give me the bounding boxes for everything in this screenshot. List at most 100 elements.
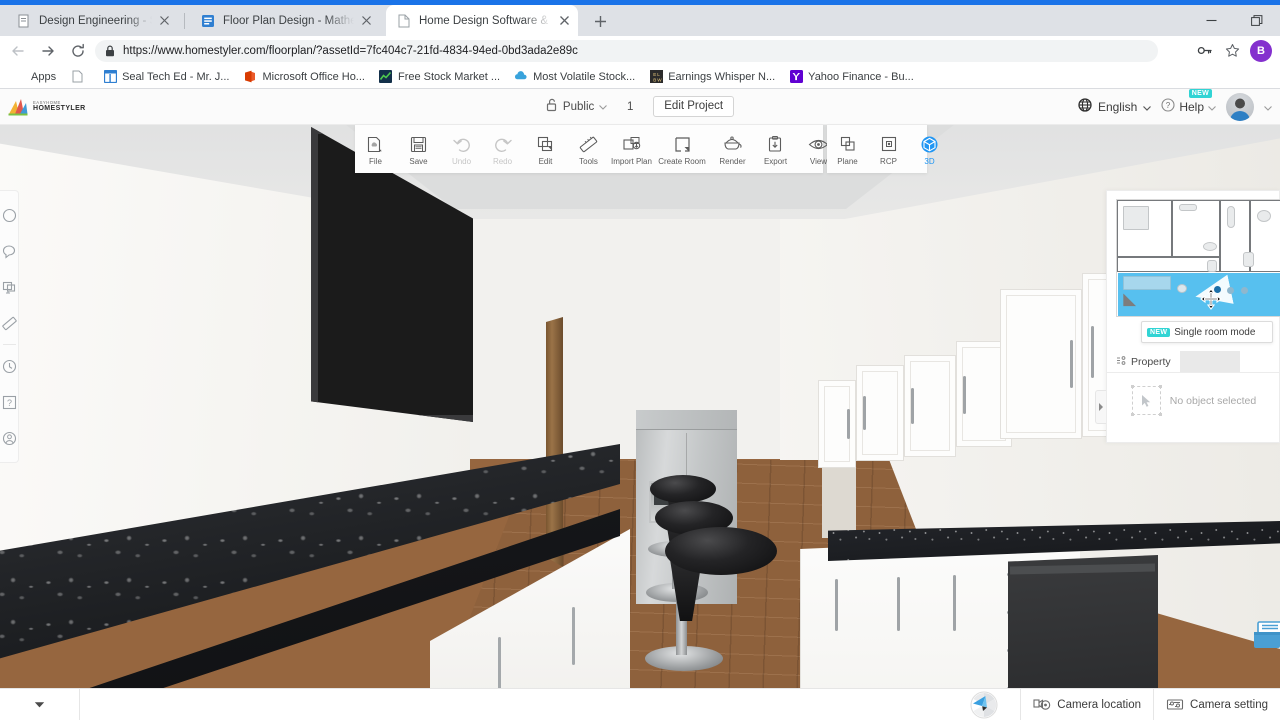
cabinet-handle (863, 396, 866, 430)
window-controls (1188, 5, 1280, 36)
help-menu[interactable]: NEW ? Help (1161, 89, 1216, 115)
clock-history-icon[interactable] (0, 348, 19, 384)
bookmark-label: Earnings Whisper N... (668, 70, 776, 83)
toolbar-create-room-label: Create Room (658, 157, 706, 166)
toolbar-edit-label: Edit (538, 157, 553, 166)
toolbar-undo[interactable]: Undo (441, 125, 482, 173)
toolbar-edit[interactable]: Edit (525, 125, 566, 173)
minimize-button[interactable] (1188, 5, 1234, 36)
upper-cabinet[interactable] (818, 380, 856, 468)
plane-icon (839, 132, 857, 156)
globe-icon (1078, 98, 1092, 115)
view-mode-rcp[interactable]: RCP (868, 125, 909, 173)
toolbar-undo-label: Undo (451, 157, 472, 166)
toolbar-tools[interactable]: Tools (568, 125, 609, 173)
view-mode-3d-label: 3D (924, 157, 935, 166)
browser-tab-1[interactable]: Design Engineering - Seal Tech E (6, 5, 178, 36)
toolbar-redo-label: Redo (492, 157, 513, 166)
minimap-floorplan[interactable] (1116, 199, 1280, 317)
cabinet-handle (963, 376, 966, 414)
tab-property[interactable]: Property (1107, 351, 1180, 372)
pan-move-icon[interactable] (0, 269, 19, 305)
create-room-icon (673, 132, 692, 156)
upper-cabinet[interactable] (856, 365, 904, 461)
camera-location-icon (1033, 697, 1051, 712)
panel-collapse-arrow[interactable] (1095, 390, 1106, 424)
reload-icon[interactable] (64, 37, 92, 65)
close-icon[interactable] (556, 13, 572, 29)
forward-icon[interactable] (34, 37, 62, 65)
svg-text:?: ? (1166, 101, 1171, 110)
close-icon[interactable] (358, 13, 374, 29)
edit-icon (536, 132, 555, 156)
blue-window-icon (103, 70, 117, 84)
edit-project-button[interactable]: Edit Project (653, 95, 735, 118)
toolbar-render[interactable]: Render (712, 125, 753, 173)
camera-location-button[interactable]: Camera location (1020, 688, 1153, 720)
browser-tab-3[interactable]: Home Design Software & FREE F (386, 5, 578, 36)
toolbar-import-plan[interactable]: Import Plan (611, 125, 652, 173)
cabinet-handle (1091, 326, 1094, 378)
view-mode-plane[interactable]: Plane (827, 125, 868, 173)
compass-icon[interactable] (948, 689, 1020, 720)
back-icon[interactable] (4, 37, 32, 65)
toolbar-file-label: File (369, 157, 382, 166)
star-icon[interactable] (1220, 39, 1244, 62)
user-profile-icon[interactable] (0, 420, 19, 456)
camera-waypoint-dot[interactable] (1227, 287, 1234, 294)
bookmark-most-volatile-stock[interactable]: Most Volatile Stock... (508, 67, 641, 87)
camera-setting-button[interactable]: Camera setting (1153, 688, 1280, 720)
bookmark-1[interactable] (64, 67, 95, 87)
stool-seat (650, 475, 716, 503)
toolbar-file[interactable]: File (355, 125, 396, 173)
user-avatar[interactable] (1226, 92, 1254, 121)
toolbar-export[interactable]: Export (755, 125, 796, 173)
camera-waypoint-dot[interactable] (1241, 287, 1248, 294)
bookmark-earnings-whisper[interactable]: ELBW Earnings Whisper N... (643, 67, 781, 87)
upper-cabinet[interactable] (904, 355, 956, 457)
minimap-furniture (1207, 260, 1217, 272)
tab-secondary[interactable] (1179, 351, 1240, 372)
bookmark-free-stock-market[interactable]: Free Stock Market ... (373, 67, 506, 87)
address-bar[interactable]: https://www.homestyler.com/floorplan/?as… (95, 40, 1158, 62)
bookmark-seal-tech[interactable]: Seal Tech Ed - Mr. J... (97, 67, 235, 87)
upper-cabinet[interactable] (1000, 289, 1082, 439)
toolbar-save[interactable]: Save (398, 125, 439, 173)
circle-tool-icon[interactable] (0, 197, 19, 233)
browser-tab-2[interactable]: Floor Plan Design - Mathematica (190, 5, 380, 36)
cloud-icon (514, 70, 528, 84)
chevron-down-icon (1143, 100, 1152, 114)
view-count: 1 (627, 100, 634, 113)
language-selector[interactable]: English (1078, 98, 1152, 115)
ruler-measure-icon[interactable] (0, 305, 19, 341)
visibility-selector[interactable]: Public (546, 98, 608, 115)
profile-avatar[interactable]: B (1250, 40, 1272, 62)
toolbar-create-room[interactable]: Create Room (654, 125, 710, 173)
bookmark-yahoo-finance[interactable]: Yahoo Finance - Bu... (783, 67, 920, 87)
comment-icon[interactable] (0, 233, 19, 269)
view-mode-3d[interactable]: 3D (909, 125, 950, 173)
new-tab-button[interactable] (588, 9, 612, 33)
browser-tab-1-title: Design Engineering - Seal Tech E (39, 14, 152, 27)
key-icon[interactable] (1192, 39, 1216, 62)
question-help-icon[interactable]: ? (0, 384, 19, 420)
minimap-furniture (1179, 204, 1197, 211)
maximize-button[interactable] (1234, 5, 1280, 36)
3d-viewport-canvas[interactable] (0, 89, 1280, 720)
property-tab-label: Property (1131, 355, 1171, 368)
minimap-furniture (1257, 210, 1271, 222)
chevron-down-icon[interactable] (1264, 98, 1272, 116)
camera-setting-icon (1166, 697, 1184, 712)
toolbar-tools-label: Tools (579, 157, 598, 166)
bookmark-apps[interactable]: Apps (6, 67, 62, 87)
bottom-collapse-button[interactable] (0, 688, 80, 720)
bookmark-microsoft-office[interactable]: Microsoft Office Ho... (237, 67, 371, 87)
document-icon (16, 13, 32, 29)
library-panel-icon[interactable] (1252, 618, 1280, 652)
cabinet-panel (1006, 295, 1076, 433)
toolbar-redo[interactable]: Redo (482, 125, 523, 173)
single-room-mode-tooltip[interactable]: NEW Single room mode (1141, 321, 1273, 343)
cabinet-handle (897, 577, 900, 631)
close-icon[interactable] (156, 13, 172, 29)
apps-icon (12, 70, 26, 84)
